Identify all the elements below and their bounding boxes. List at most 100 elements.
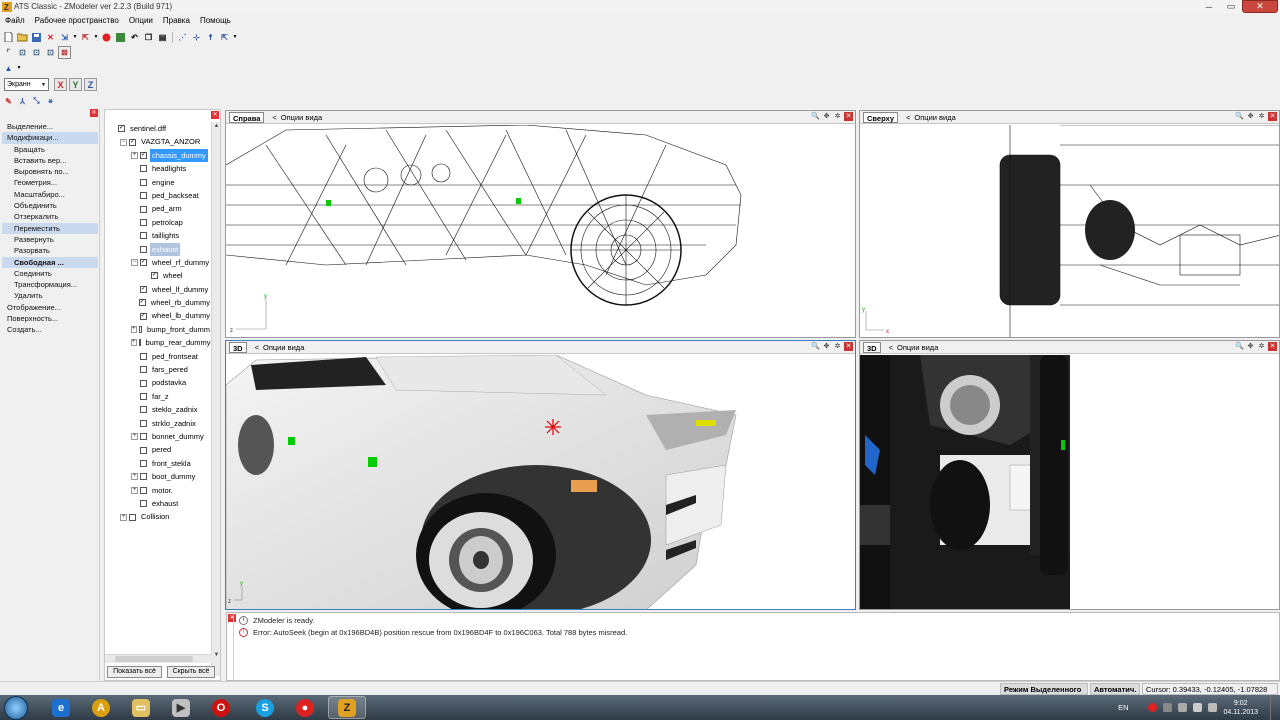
visibility-checkbox[interactable] [140,218,147,226]
tray-app2-icon[interactable] [1178,703,1188,712]
tree-horizontal-scrollbar[interactable] [105,654,212,663]
expand-icon[interactable]: + [120,513,127,521]
pan-icon[interactable]: ✥ [822,342,831,351]
record-icon[interactable] [100,31,113,44]
polygon-icon[interactable]: ⚹ [44,95,57,108]
figure-tool-icon[interactable]: ☨ [204,31,217,44]
start-button[interactable] [4,696,28,720]
record-tray-icon[interactable] [1148,703,1158,712]
expand-icon[interactable]: + [131,473,138,481]
copy-icon[interactable]: ❐ [142,31,155,44]
command-item[interactable]: Переместить [2,222,98,234]
command-item[interactable]: Удалить [2,290,98,301]
tree-item[interactable]: + bump_rear_dummy [105,336,212,349]
visibility-checkbox[interactable]: ✓ [138,299,146,307]
pan-icon[interactable]: ✥ [1246,342,1255,351]
tree-item[interactable]: taillights [105,229,212,242]
settings-icon[interactable]: ✲ [1257,342,1266,351]
view-frame4-icon[interactable]: ⊠ [58,45,71,59]
tree-item[interactable]: ✓ wheel_rb_dummy [105,296,212,309]
command-item[interactable]: Трансформация... [2,279,98,290]
recorder-icon[interactable]: ● [286,696,324,719]
command-item[interactable]: Геометрия... [2,177,98,188]
coordinate-system-select[interactable]: Экранн ▼ [4,78,49,91]
expand-icon[interactable]: + [131,326,137,334]
viewport-3d-main[interactable]: 3D < Опции вида 🔍 ✥ ✲ ✕ z y [225,340,856,610]
command-item[interactable]: Вставить вер... [2,155,98,166]
visibility-checkbox[interactable] [140,165,147,173]
import-dropdown-icon[interactable]: ▼ [72,34,78,40]
menu-workspace[interactable]: Рабочее пространство [30,14,124,28]
paste-icon[interactable]: ▤ [156,31,169,44]
open-folder-icon[interactable] [16,31,29,44]
scroll-down-icon[interactable]: ▼ [212,651,221,660]
zoom-icon[interactable]: 🔍 [811,112,820,121]
maximize-button[interactable]: ▭ [1220,0,1242,13]
expand-icon[interactable]: + [131,151,138,159]
command-item[interactable]: Отображение... [2,302,98,313]
pan-icon[interactable]: ✥ [822,112,831,121]
edge-icon[interactable]: ⤡ [30,95,43,108]
visibility-checkbox[interactable]: ✓ [129,138,136,146]
tree-item[interactable]: − ✓ VAZGTA_ANZOR [105,135,212,148]
paint-icon[interactable]: ✎ [2,95,15,108]
settings-icon[interactable]: ✲ [833,342,842,351]
status-auto[interactable]: Автоматич. [1090,683,1140,695]
vertex-icon[interactable]: ⅄ [16,95,29,108]
viewport-3d-main-options[interactable]: Опции вида [263,343,304,352]
command-item[interactable]: Создать... [2,324,98,335]
chevron-left-icon[interactable]: < [255,343,259,352]
visibility-checkbox[interactable] [138,326,143,334]
delete-icon[interactable]: ✕ [44,31,57,44]
tree-item[interactable]: + bump_front_dumm [105,323,212,336]
command-item[interactable]: Соединить [2,268,98,279]
import-icon[interactable]: ⇲ [58,31,71,44]
clock[interactable]: 9:02 04.11.2013 [1223,699,1258,717]
tree-item[interactable]: + bonnet_dummy [105,430,212,443]
view-corner-icon[interactable]: ⌜ [2,46,15,59]
settings-icon[interactable]: ✲ [1257,112,1266,121]
visibility-checkbox[interactable]: ✓ [140,151,147,159]
menu-edit[interactable]: Правка [158,14,195,28]
tree-item[interactable]: + Collision [105,510,212,523]
visibility-checkbox[interactable] [140,352,147,360]
viewport-right[interactable]: Справа < Опции вида 🔍 ✥ ✲ ✕ z y [225,110,856,338]
minimize-button[interactable]: ─ [1198,0,1220,13]
tree-item[interactable]: ✓ wheel [105,269,212,282]
skype-icon[interactable]: S [246,696,284,719]
tree-item[interactable]: fars_pered [105,363,212,376]
render-3d-closeup-canvas[interactable] [860,355,1279,609]
command-item[interactable]: Модификаци... [2,132,98,144]
viewport-3d-secondary-options[interactable]: Опции вида [897,343,938,352]
tree-item[interactable]: ✓ wheel_lf_dummy [105,283,212,296]
chevron-left-icon[interactable]: < [272,113,276,122]
command-item[interactable]: Свободная ... [2,256,98,268]
visibility-checkbox[interactable]: ✓ [140,259,147,267]
command-item[interactable]: Поверхность... [2,313,98,324]
visibility-checkbox[interactable]: ✓ [118,125,125,133]
hide-all-button[interactable]: Скрыть всё [167,666,215,678]
visibility-checkbox[interactable] [140,232,147,240]
command-item[interactable]: Отзеркалить [2,211,98,222]
tree-item[interactable]: headlights [105,162,212,175]
wireframe-side-canvas[interactable]: z y [226,124,855,337]
zoom-icon[interactable]: 🔍 [1235,342,1244,351]
tree-item[interactable]: exhaust [105,497,212,510]
select-tool-icon[interactable]: ⋰ [176,31,189,44]
viewport-top[interactable]: Сверху < Опции вида 🔍 ✥ ✲ ✕ y x [859,110,1280,338]
visibility-checkbox[interactable] [140,459,147,467]
menu-options[interactable]: Опции [124,14,158,28]
command-item[interactable]: Вращать [2,144,98,155]
tree-item[interactable]: exhaust [105,242,212,256]
opera-icon[interactable]: O [202,696,240,719]
tree-item[interactable]: front_stekla [105,457,212,470]
close-icon[interactable]: ✕ [211,111,219,119]
close-icon[interactable]: ✕ [228,614,236,622]
visibility-checkbox[interactable] [140,205,147,213]
tray-app-icon[interactable] [1163,703,1173,712]
tree-item[interactable]: podstavka [105,376,212,389]
expand-icon[interactable]: + [131,433,138,441]
visibility-checkbox[interactable]: ✓ [151,272,158,280]
show-all-button[interactable]: Показать всё [107,666,162,678]
tree-vertical-scrollbar[interactable]: ▲ ▼ [211,122,220,676]
